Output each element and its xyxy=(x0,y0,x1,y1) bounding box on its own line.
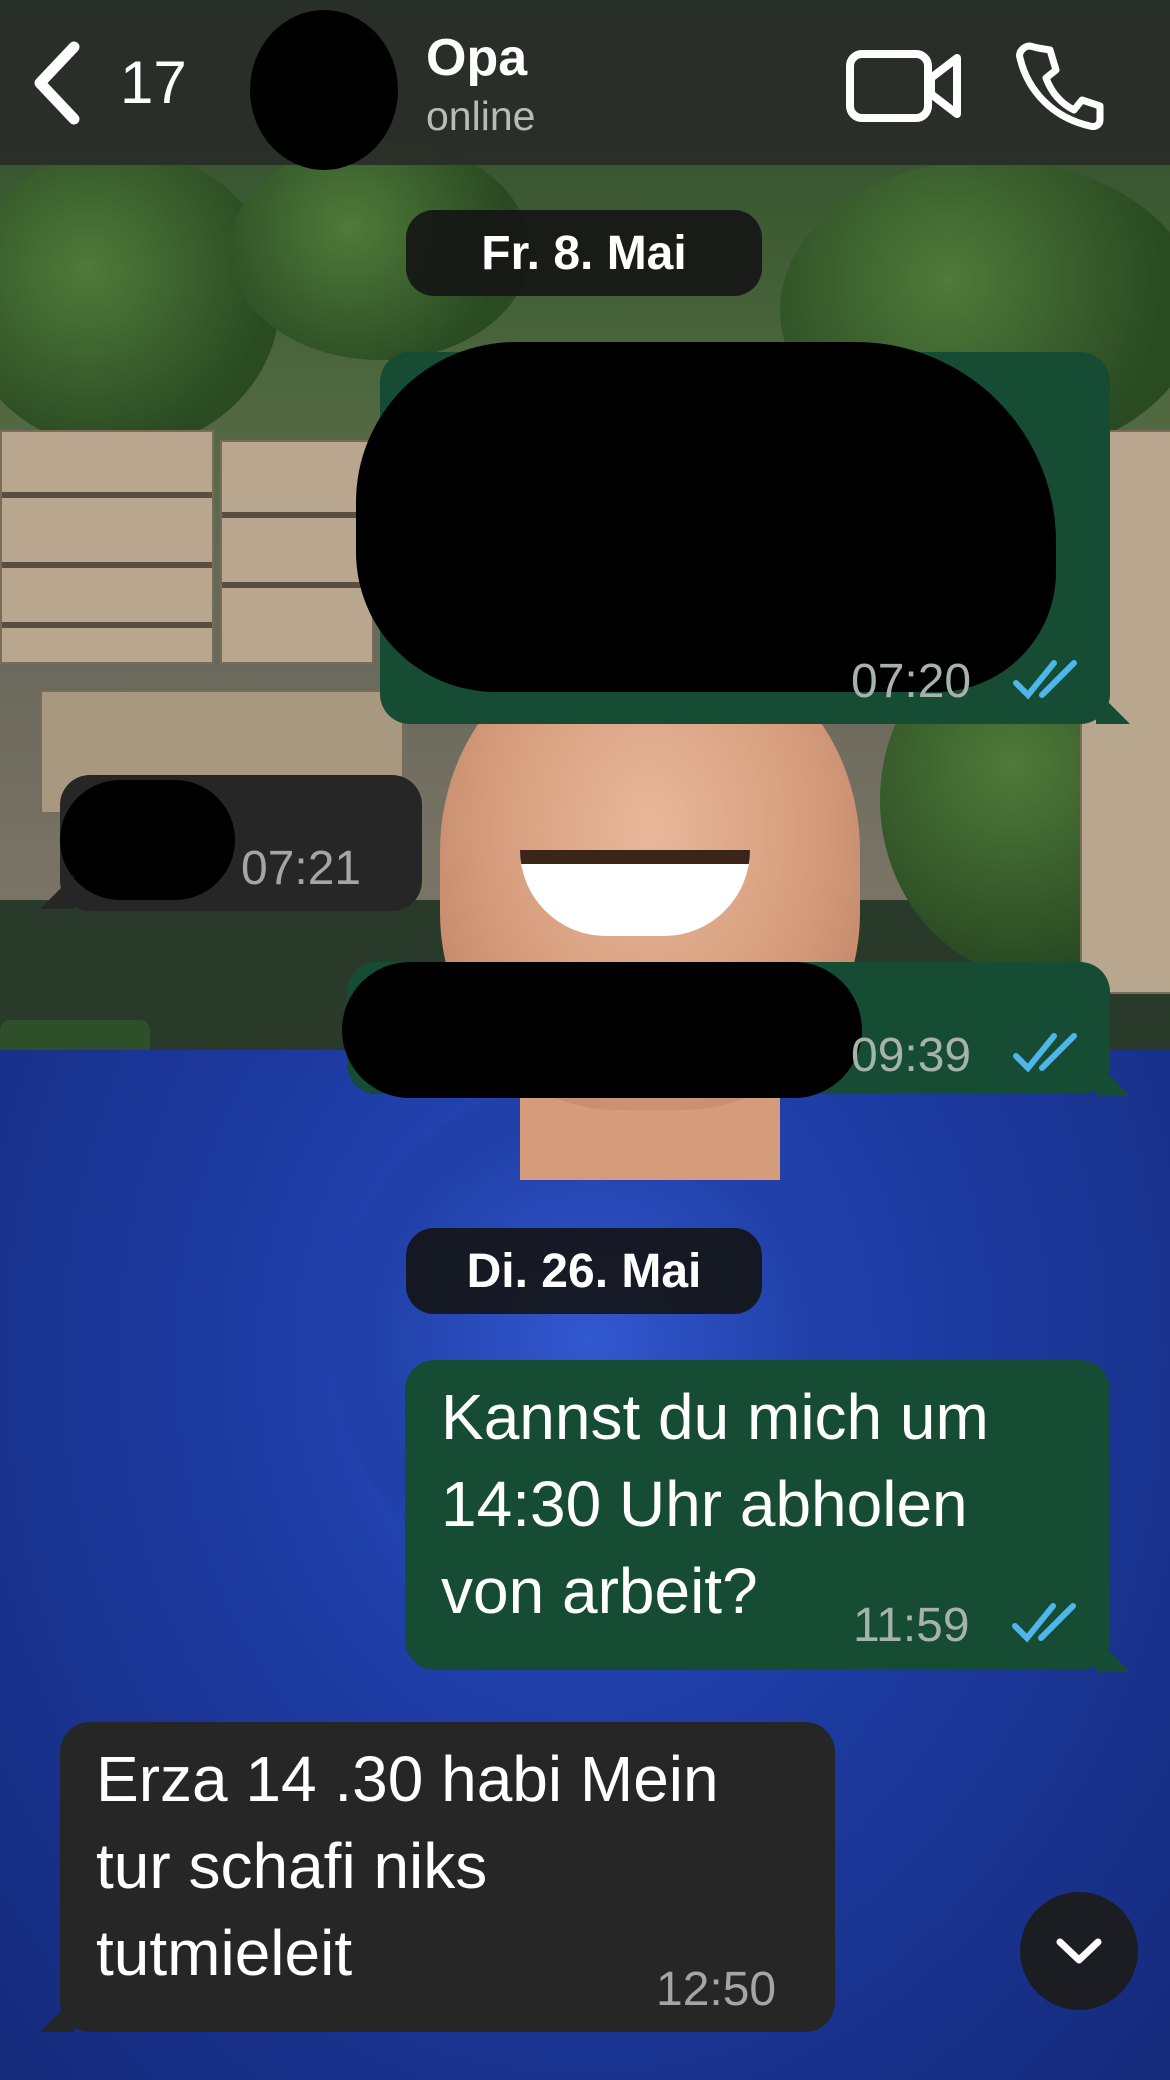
message-time: 11:59 xyxy=(853,1599,970,1652)
bubble-tail xyxy=(40,1998,74,2032)
message-text: Erza 14 .30 habi Mein tur schafi niks tu… xyxy=(96,1743,719,1989)
bubble-tail xyxy=(1096,1062,1130,1096)
phone-icon[interactable] xyxy=(1016,42,1104,130)
unread-count: 17 xyxy=(120,49,187,116)
scroll-to-bottom-button[interactable] xyxy=(1020,1892,1138,2010)
read-receipt-icon xyxy=(1013,660,1077,700)
message-time: 07:20 xyxy=(851,655,972,708)
redacted-content xyxy=(342,962,862,1098)
contact-name[interactable]: Opa xyxy=(426,28,527,88)
date-separator: Fr. 8. Mai xyxy=(406,210,762,296)
message-bubble-incoming[interactable]: Erza 14 .30 habi Mein tur schafi niks tu… xyxy=(60,1722,835,2032)
message-text: Kannst du mich um 14:30 Uhr abholen von … xyxy=(441,1381,989,1627)
message-bubble-outgoing[interactable]: 07:20 xyxy=(356,342,1110,724)
redacted-content xyxy=(60,780,235,900)
chat-header: 17 Opa online xyxy=(0,0,1170,170)
message-time: 12:50 xyxy=(656,1963,777,2016)
chevron-left-icon xyxy=(34,41,80,124)
message-bubble-incoming[interactable]: 07:21 xyxy=(60,775,422,911)
bubble-tail xyxy=(40,875,74,909)
bubble-tail xyxy=(1096,1638,1130,1672)
bubble-tail xyxy=(1096,690,1130,724)
chevron-down-icon xyxy=(1056,1938,1102,1964)
read-receipt-icon xyxy=(1012,1603,1076,1643)
message-bubble-outgoing[interactable]: Kannst du mich um 14:30 Uhr abholen von … xyxy=(405,1360,1110,1670)
contact-avatar[interactable] xyxy=(250,10,398,170)
video-camera-icon[interactable] xyxy=(845,48,963,124)
message-bubble-outgoing[interactable]: 09:39 xyxy=(342,962,1110,1098)
message-time: 07:21 xyxy=(241,842,362,895)
redacted-content xyxy=(356,342,1056,692)
contact-status: online xyxy=(426,93,536,139)
read-receipt-icon xyxy=(1013,1033,1077,1073)
message-time: 09:39 xyxy=(851,1029,972,1082)
date-separator: Di. 26. Mai xyxy=(406,1228,762,1314)
back-button[interactable]: 17 xyxy=(30,40,187,125)
